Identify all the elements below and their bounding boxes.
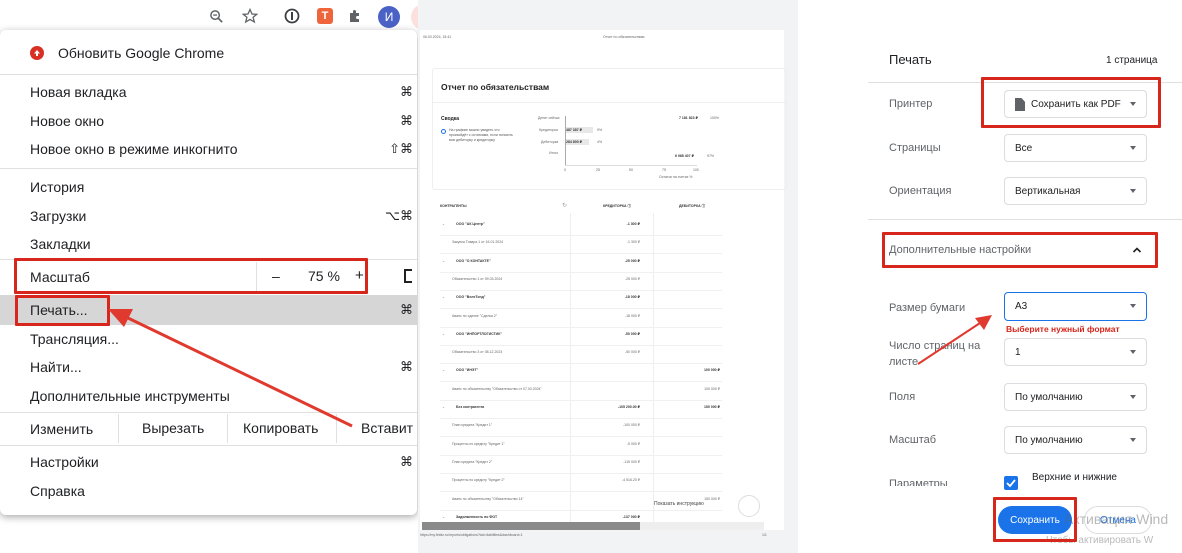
arrow-to-print [127,316,353,428]
arrow-to-paper-size [917,322,981,365]
annotation-arrows [108,309,992,428]
arrowhead-icon [975,315,992,330]
